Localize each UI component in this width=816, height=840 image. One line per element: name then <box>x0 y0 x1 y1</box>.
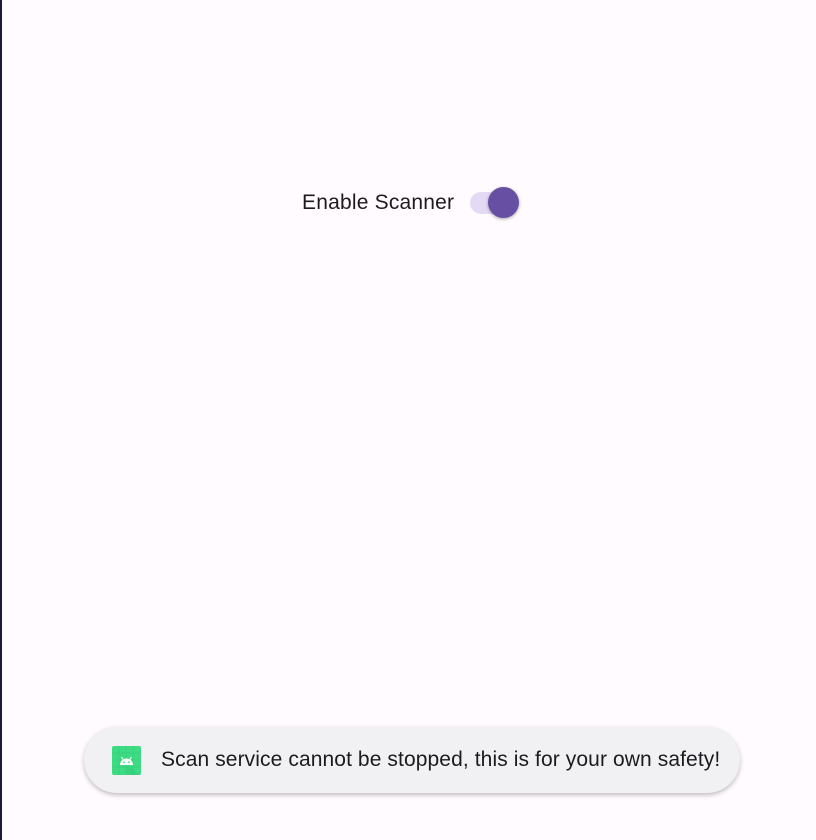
toast-message: Scan service cannot be stopped, this is … <box>84 727 740 793</box>
switch-thumb <box>488 187 520 218</box>
app-screen: Enable Scanner Scan service cannot be st… <box>0 0 816 840</box>
android-app-icon <box>112 745 141 775</box>
enable-scanner-label: Enable Scanner <box>302 191 455 214</box>
scanner-setting-row: Enable Scanner <box>302 182 522 224</box>
enable-scanner-switch[interactable] <box>468 182 522 224</box>
toast-text: Scan service cannot be stopped, this is … <box>161 748 721 771</box>
